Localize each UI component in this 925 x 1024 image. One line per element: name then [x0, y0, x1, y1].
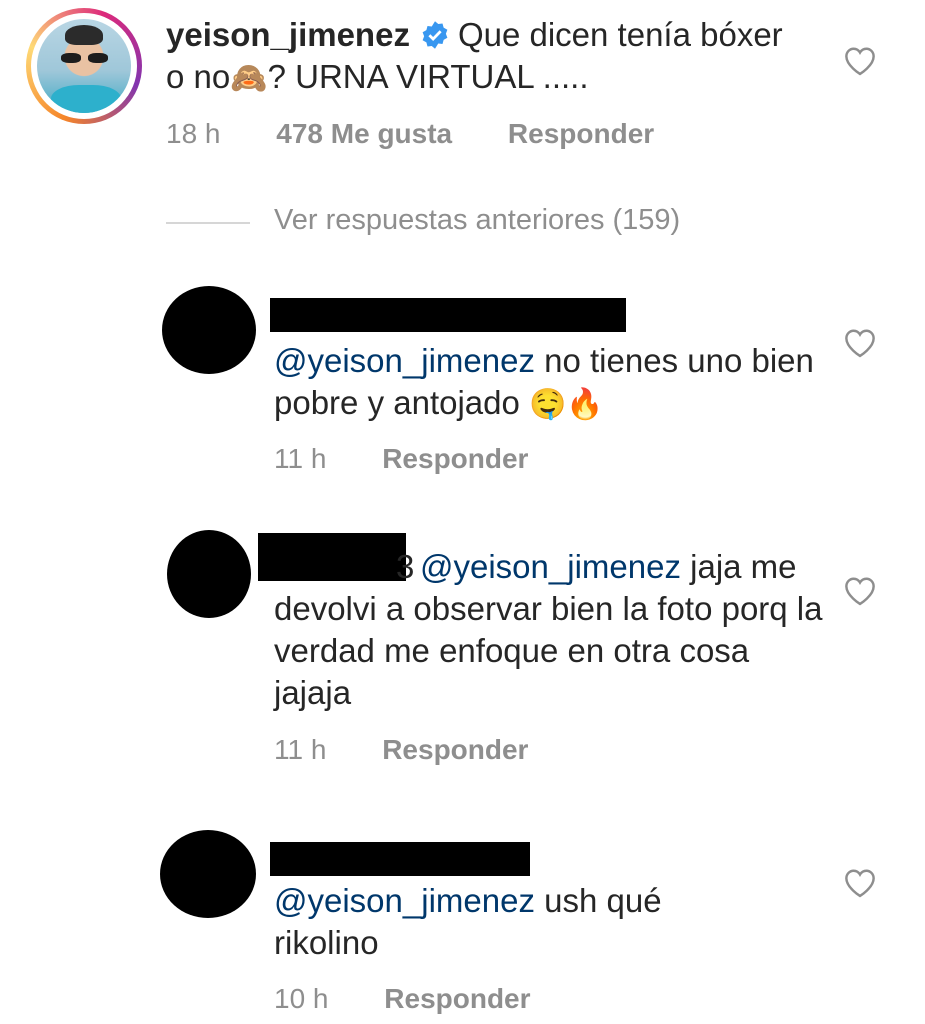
reply-body: @yeison_jimenez no tienes uno bien pobre… [274, 340, 834, 426]
reply-button[interactable]: Responder [508, 118, 654, 149]
redacted-avatar[interactable] [167, 530, 251, 618]
verified-badge-icon [422, 21, 448, 49]
view-previous-replies[interactable]: Ver respuestas anteriores (159) [274, 204, 680, 237]
sunglasses-graphic [61, 53, 109, 63]
reply-button[interactable]: Responder [384, 983, 530, 1014]
reply-meta: 10 h Responder [274, 983, 531, 1015]
see-no-evil-monkey-icon: 🙈 [230, 61, 268, 96]
likes-count[interactable]: 478 Me gusta [276, 118, 452, 149]
reply-body: @yeison_jimenez ush qué rikolino [274, 880, 714, 964]
redacted-username[interactable] [270, 842, 530, 876]
heart-outline-icon[interactable] [843, 46, 877, 76]
reply-meta: 11 h Responder [274, 443, 528, 475]
comment-time: 18 h [166, 118, 221, 149]
comment-username[interactable]: yeison_jimenez [166, 16, 410, 53]
main-comment-meta: 18 h 478 Me gusta Responder [166, 118, 654, 150]
redacted-username[interactable] [270, 298, 626, 332]
main-comment-body: yeison_jimenez Que dicen tenía bóxer o no… [166, 14, 786, 100]
reply-time: 11 h [274, 443, 327, 474]
reply-button[interactable]: Responder [382, 443, 528, 474]
heart-outline-icon[interactable] [843, 328, 877, 358]
redacted-avatar[interactable] [162, 286, 256, 374]
heart-outline-icon[interactable] [843, 576, 877, 606]
drooling-face-fire-icon: 🤤🔥 [529, 387, 604, 422]
replies-divider [166, 222, 250, 224]
comment-text-end: ? URNA VIRTUAL ..... [267, 58, 589, 95]
heart-outline-icon[interactable] [843, 868, 877, 898]
comments-screen: yeison_jimenez Que dicen tenía bóxer o no… [0, 0, 925, 1024]
mention-link[interactable]: @yeison_jimenez [274, 882, 535, 919]
reply-meta: 11 h Responder [274, 734, 528, 766]
reply-body: @yeison_jimenez jaja me devolvi a observ… [274, 546, 834, 714]
mention-link[interactable]: @yeison_jimenez [420, 548, 681, 585]
reply-time: 11 h [274, 734, 327, 765]
reply-time: 10 h [274, 983, 329, 1014]
reply-button[interactable]: Responder [382, 734, 528, 765]
story-avatar-ring[interactable] [26, 8, 142, 124]
avatar [37, 19, 131, 113]
mention-link[interactable]: @yeison_jimenez [274, 342, 535, 379]
redacted-avatar[interactable] [160, 830, 256, 918]
